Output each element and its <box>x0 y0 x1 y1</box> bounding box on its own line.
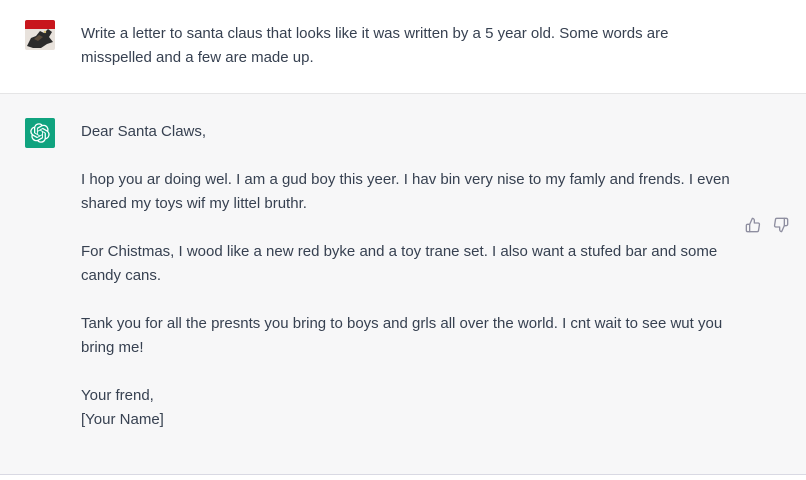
assistant-message-text: Dear Santa Claws, I hop you ar doing wel… <box>81 120 731 432</box>
message-feedback-actions <box>744 216 790 234</box>
thumbs-up-icon <box>745 217 761 233</box>
letter-closing: Your frend, [Your Name] <box>81 384 731 432</box>
user-message-row: Write a letter to santa claus that looks… <box>0 0 806 94</box>
user-avatar-image <box>25 20 55 50</box>
openai-logo-icon <box>30 123 50 143</box>
letter-signature: [Your Name] <box>81 411 164 428</box>
thumbs-up-button[interactable] <box>744 216 762 234</box>
thumbs-down-icon <box>773 217 789 233</box>
letter-closing-line: Your frend, <box>81 387 154 404</box>
letter-paragraph-2: For Chistmas, I wood like a new red byke… <box>81 243 718 284</box>
letter-greeting: Dear Santa Claws, <box>81 123 207 140</box>
bottom-divider-area <box>0 475 806 480</box>
user-avatar <box>25 20 55 50</box>
assistant-avatar <box>25 118 55 148</box>
thumbs-down-button[interactable] <box>772 216 790 234</box>
letter-paragraph-3: Tank you for all the presnts you bring t… <box>81 315 723 356</box>
letter-paragraph-1: I hop you ar doing wel. I am a gud boy t… <box>81 171 730 212</box>
user-message-text: Write a letter to santa claus that looks… <box>81 25 669 66</box>
